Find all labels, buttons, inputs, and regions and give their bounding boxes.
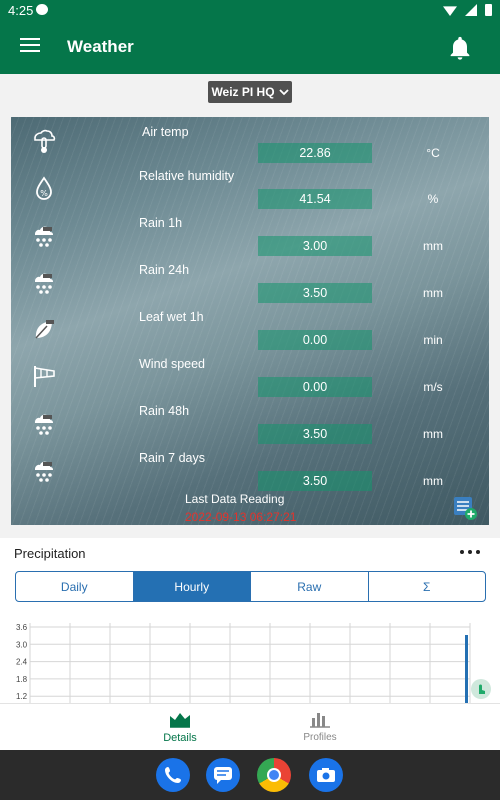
sensor-unit: min [423,333,443,347]
sensor-unit: % [427,192,439,206]
sensor-row: Rain 24h 3.50 mm [11,263,489,310]
y-tick-label: 3.6 [16,623,28,632]
bottom-navigation: Details Profiles [0,703,500,751]
bar-chart-icon [310,713,330,728]
more-options-icon[interactable] [460,550,480,554]
chevron-down-icon [278,89,289,96]
status-time: 4:25 [8,3,34,18]
tab-sum[interactable]: Σ [369,572,486,601]
sensor-label: Wind speed [139,357,206,371]
touch-hint-icon[interactable] [470,678,492,700]
chrome-app-icon[interactable] [257,758,291,792]
sensor-row: Rain 7 days 3.50 mm [11,451,489,498]
y-tick-label: 1.8 [16,675,28,684]
signal-icon [465,4,477,16]
sensor-value: 3.50 [258,424,372,444]
sensor-value: 0.00 [258,377,372,397]
nav-details[interactable]: Details [130,710,230,744]
notification-bell-icon[interactable] [446,34,474,62]
nav-details-label: Details [163,732,197,744]
system-dock [0,750,500,800]
rain-cloud-icon [35,273,53,294]
tab-daily[interactable]: Daily [16,572,134,601]
area-chart-icon [170,713,190,728]
sensor-row: % Relative humidity 41.54 % [11,169,489,216]
menu-icon[interactable] [20,38,40,58]
sensor-row: Wind speed 0.00 m/s [11,357,489,404]
app-title: Weather [67,37,134,56]
phone-app-icon[interactable] [156,758,190,792]
sensor-label: Leaf wet 1h [139,310,204,324]
status-indicators [443,4,492,16]
precipitation-title: Precipitation [14,546,86,561]
last-reading-time: 2022-09-13 06:27:21 [185,510,297,524]
message-notification-icon [36,4,48,15]
precipitation-bar [465,635,468,703]
rain-cloud-icon [35,461,53,482]
sensor-value: 3.50 [258,471,372,491]
sensor-unit: mm [423,427,443,441]
y-tick-label: 3.0 [16,640,28,649]
sensor-unit: m/s [423,380,443,394]
humidity-icon: % [36,176,52,200]
add-sensor-icon[interactable] [452,495,478,521]
sensor-value: 0.00 [258,330,372,350]
precipitation-card: Precipitation Daily Hourly Raw Σ 3.6 3.0 2… [0,538,500,703]
sensor-label: Rain 7 days [139,451,206,465]
precipitation-chart: 3.6 3.0 2.4 1.8 1.2 [10,613,490,703]
nav-profiles[interactable]: Profiles [270,710,370,743]
sensor-label: Relative humidity [139,169,235,183]
sensor-label: Air temp [142,125,189,139]
weather-readings-panel: Air temp 22.86 °C % Relative humidity 41… [11,117,489,525]
period-tabs: Daily Hourly Raw Σ [15,571,486,602]
tab-hourly[interactable]: Hourly [133,572,251,601]
sensor-value: 3.50 [258,283,372,303]
sensor-label: Rain 24h [139,263,190,277]
last-reading-label: Last Data Reading [185,492,285,506]
wifi-icon [443,6,457,16]
windsock-icon [34,366,55,387]
sensor-unit: mm [423,239,443,253]
y-tick-label: 1.2 [16,692,28,701]
sensor-label: Rain 48h [139,404,190,418]
svg-text:%: % [40,189,48,198]
sensor-value: 3.00 [258,236,372,256]
battery-icon [485,4,492,16]
chart-svg: 3.6 3.0 2.4 1.8 1.2 [16,623,471,703]
nav-profiles-label: Profiles [303,732,337,743]
y-tick-label: 2.4 [16,658,28,667]
station-selector[interactable]: Weiz PI HQ [208,81,292,103]
tab-raw[interactable]: Raw [251,572,369,601]
sensor-value: 41.54 [258,189,372,209]
station-selector-label: Weiz PI HQ [211,85,275,99]
app-bar: Weather [0,22,500,74]
rain-cloud-icon [35,226,53,247]
rain-cloud-icon [35,414,53,435]
sensor-unit: mm [423,286,443,300]
sensor-row: Rain 48h 3.50 mm [11,404,489,451]
sensor-row: Rain 1h 3.00 mm [11,216,489,263]
status-bar: 4:25 [0,0,500,22]
camera-app-icon[interactable] [309,758,343,792]
leaf-icon [35,320,54,339]
sensor-label: Rain 1h [139,216,183,230]
sensor-unit: mm [423,474,443,488]
thermometer-icon [34,129,56,153]
sensor-row: Leaf wet 1h 0.00 min [11,310,489,357]
sensor-row: Air temp 22.86 °C [11,123,489,170]
sensor-unit: °C [426,146,440,160]
sensor-value: 22.86 [258,143,372,163]
messages-app-icon[interactable] [206,758,240,792]
